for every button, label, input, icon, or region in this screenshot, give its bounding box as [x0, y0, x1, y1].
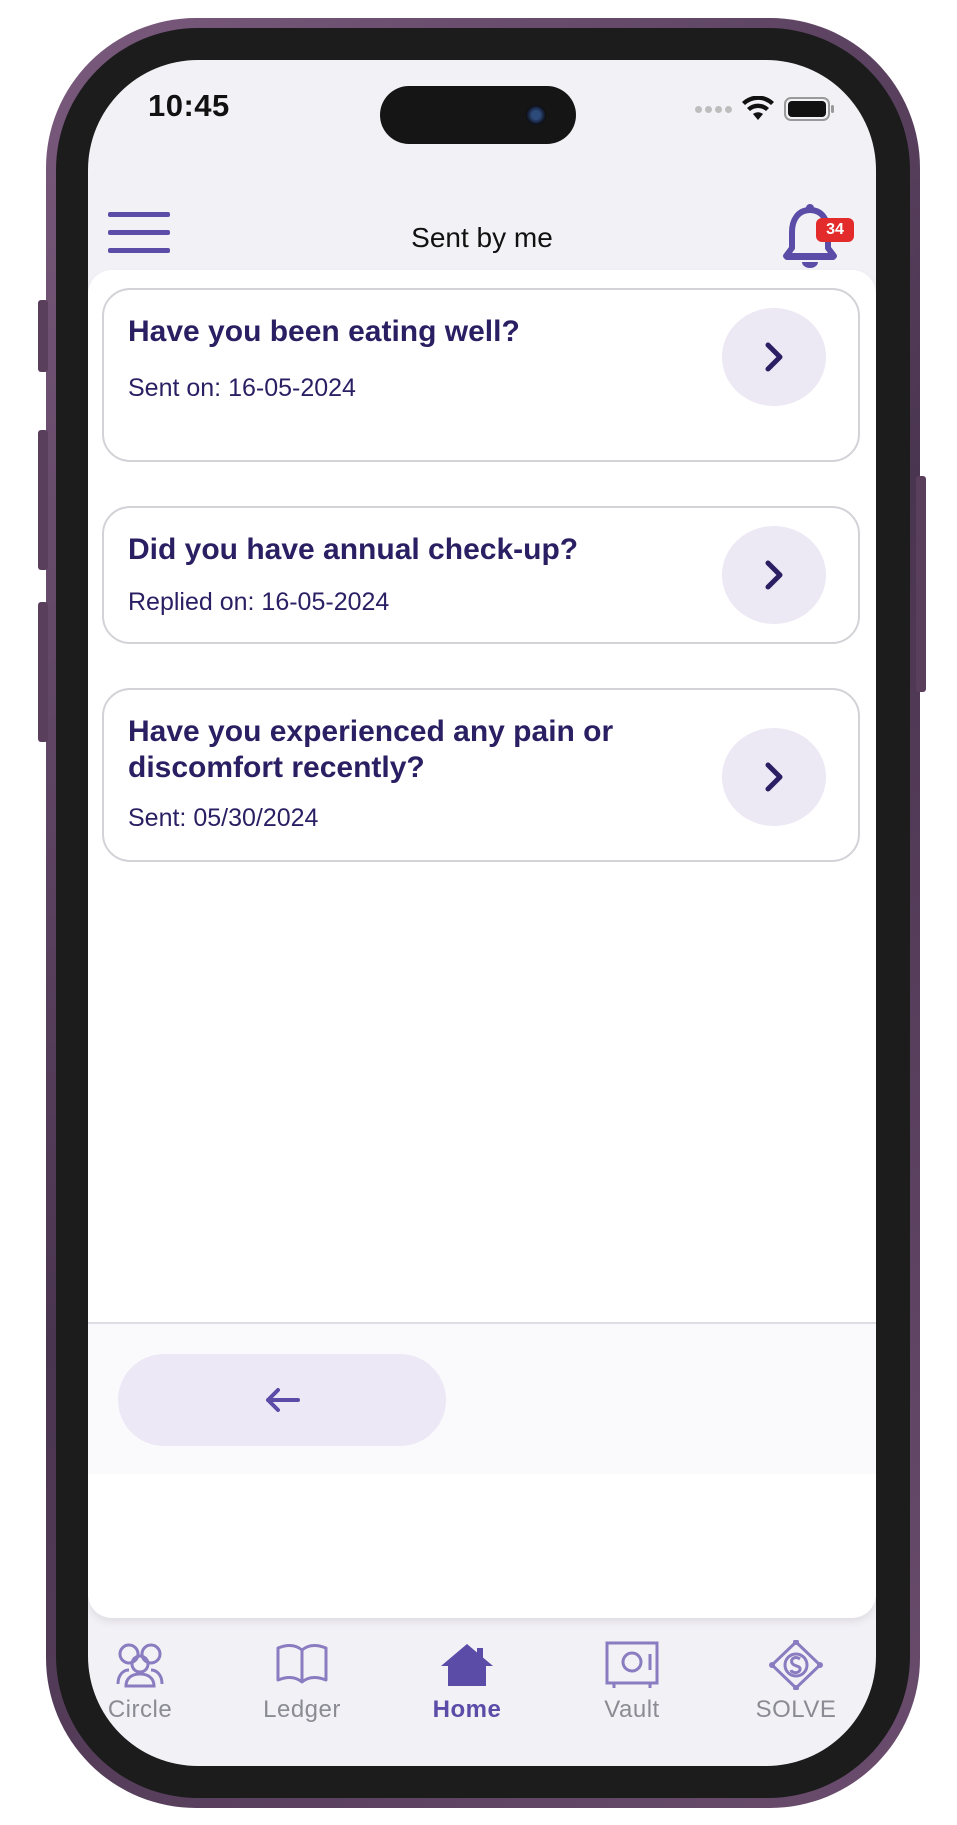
message-card[interactable]: Have you experienced any pain or discomf… — [102, 688, 860, 862]
tab-label: Ledger — [263, 1696, 341, 1723]
book-icon — [276, 1644, 328, 1684]
silent-switch — [38, 300, 48, 372]
home-icon — [441, 1644, 493, 1686]
battery-icon — [784, 97, 834, 121]
cellular-signal-icon — [695, 105, 732, 113]
status-indicators — [695, 94, 836, 124]
back-button[interactable] — [118, 1354, 446, 1446]
camera-icon — [526, 105, 546, 125]
tab-circle[interactable]: Circle — [88, 1640, 210, 1724]
tab-label: Vault — [604, 1696, 660, 1723]
arrow-left-icon — [266, 1388, 300, 1412]
tab-label: Home — [432, 1696, 502, 1723]
tab-label: Circle — [107, 1696, 173, 1723]
message-subtitle: Sent on: 16-05-2024 — [128, 374, 356, 402]
circle-people-icon — [116, 1643, 164, 1688]
open-message-button[interactable] — [722, 526, 826, 624]
notification-count-badge: 34 — [816, 218, 854, 242]
app-header: Sent by me 34 — [88, 170, 876, 280]
footer-bar — [88, 1322, 876, 1474]
message-card[interactable]: Have you been eating well? Sent on: 16-0… — [102, 288, 860, 462]
open-message-button[interactable] — [722, 728, 826, 826]
phone-screen: 10:45 Sent by me 34 Have you been eating… — [88, 60, 876, 1766]
bottom-tab-bar: Circle Ledger Home Vault SOLVE — [88, 1640, 876, 1766]
power-button — [916, 476, 926, 692]
tab-ledger[interactable]: Ledger — [232, 1640, 372, 1724]
solve-icon — [769, 1640, 823, 1690]
message-title: Have you been eating well? — [128, 315, 520, 348]
message-subtitle: Sent: 05/30/2024 — [128, 804, 319, 832]
tab-vault[interactable]: Vault — [562, 1640, 702, 1724]
message-title: Did you have annual check-up? — [128, 533, 579, 566]
tab-home[interactable]: Home — [397, 1640, 537, 1724]
dynamic-island — [380, 86, 576, 144]
message-title: Have you experienced any pain or discomf… — [128, 715, 614, 784]
status-time: 10:45 — [148, 88, 230, 123]
page-title: Sent by me — [411, 222, 553, 253]
message-card[interactable]: Did you have annual check-up? Replied on… — [102, 506, 860, 644]
open-message-button[interactable] — [722, 308, 826, 406]
tab-solve[interactable]: SOLVE — [726, 1640, 866, 1724]
volume-down-button — [38, 602, 48, 742]
tab-label: SOLVE — [755, 1696, 837, 1723]
chevron-right-icon — [765, 560, 783, 590]
volume-up-button — [38, 430, 48, 570]
vault-icon — [605, 1641, 659, 1688]
message-subtitle: Replied on: 16-05-2024 — [128, 588, 390, 616]
wifi-icon — [742, 96, 774, 120]
chevron-right-icon — [765, 762, 783, 792]
chevron-right-icon — [765, 342, 783, 372]
